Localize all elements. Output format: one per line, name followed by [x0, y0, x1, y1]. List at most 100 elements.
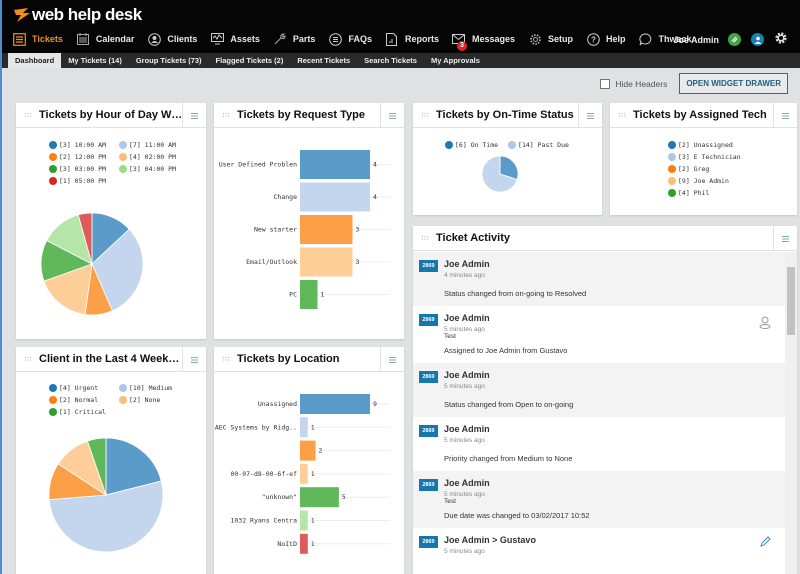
nav-item-calendar[interactable]: Calendar — [76, 32, 134, 46]
widget-menu-icon[interactable] — [380, 103, 404, 128]
bar[interactable] — [300, 280, 318, 309]
legend-item[interactable]: [2] Normal — [49, 394, 119, 406]
widget-menu-icon[interactable] — [773, 226, 797, 251]
nav-item-help[interactable]: ? Help — [586, 32, 626, 46]
bar[interactable] — [300, 463, 308, 484]
drag-handle-icon[interactable] — [618, 112, 626, 118]
drag-handle-icon[interactable] — [24, 356, 32, 362]
app-name: web help desk — [32, 5, 142, 24]
activity-author: Joe Admin > Gustavo — [444, 535, 536, 545]
legend-item[interactable]: [3] 04:00 PM — [119, 163, 189, 175]
widget-header[interactable]: Tickets by Location — [214, 347, 404, 372]
tab-dashboard[interactable]: Dashboard — [8, 53, 62, 68]
bar[interactable] — [300, 394, 370, 414]
legend-swatch — [119, 384, 127, 392]
nav-item-setup[interactable]: Setup — [528, 32, 573, 46]
widget-menu-icon[interactable] — [773, 103, 797, 128]
activity-item[interactable]: 2869 Joe Admin 4 minutes ago Status chang… — [413, 252, 785, 306]
widget-menu-icon[interactable] — [380, 347, 404, 372]
pie-chart — [48, 437, 164, 553]
sub-nav: Dashboard My Tickets (14) Group Tickets (7… — [2, 53, 800, 68]
legend-item[interactable]: [10] Medium — [119, 382, 189, 394]
activity-item[interactable]: 2869 Joe Admin 5 minutes ago Test Assigned… — [413, 306, 785, 363]
legend-item[interactable]: [7] 11:00 AM — [119, 139, 189, 151]
legend-item[interactable]: [2] Greg — [668, 163, 788, 175]
widget-menu-icon[interactable] — [182, 103, 206, 128]
pencil-icon[interactable] — [759, 536, 771, 551]
tab-my-tickets-14[interactable]: My Tickets (14) — [61, 53, 129, 68]
legend-item[interactable]: [4] Phil — [668, 187, 788, 199]
nav-item-clients[interactable]: Clients — [147, 32, 197, 46]
tab-search-tickets[interactable]: Search Tickets — [357, 53, 424, 68]
legend-item[interactable]: [3] 03:00 PM — [49, 163, 119, 175]
bar[interactable] — [300, 247, 353, 277]
drag-handle-icon[interactable] — [421, 235, 429, 241]
tab-flagged-tickets-2[interactable]: Flagged Tickets (2) — [209, 53, 291, 68]
nav-label: Messages — [471, 34, 515, 44]
legend-item[interactable]: [9] Joe Admin — [668, 175, 788, 187]
profile-icon[interactable] — [751, 33, 764, 46]
bar[interactable] — [300, 150, 370, 179]
legend-item[interactable]: [1] Critical — [49, 406, 119, 418]
monitor-icon — [210, 32, 224, 46]
category-label: "unknown" — [262, 493, 297, 501]
legend-swatch — [49, 384, 57, 392]
legend-item[interactable]: [4] 02:00 PM — [119, 151, 189, 163]
widget-header[interactable]: Ticket Activity — [413, 226, 797, 251]
nav-item-faqs[interactable]: FAQs — [328, 32, 372, 46]
drag-handle-icon[interactable] — [24, 112, 32, 118]
nav-item-messages[interactable]: Messages 3 — [452, 32, 515, 51]
tab-my-approvals[interactable]: My Approvals — [424, 53, 487, 68]
bar[interactable] — [300, 215, 353, 244]
widget-header[interactable]: Tickets by On-Time Status — [413, 103, 602, 128]
legend-label: [3] E Technician — [678, 153, 741, 161]
status-icon[interactable] — [728, 33, 741, 46]
widget-header[interactable]: Tickets by Hour of Day Work... — [16, 103, 206, 128]
widget-header[interactable]: Tickets by Request Type — [214, 103, 404, 128]
ticket-id-badge[interactable]: 2869 — [419, 314, 438, 326]
drag-handle-icon[interactable] — [222, 112, 230, 118]
bar[interactable] — [300, 417, 308, 438]
scrollbar-thumb[interactable] — [787, 267, 795, 335]
nav-item-tickets[interactable]: Tickets — [12, 32, 63, 46]
ticket-id-badge[interactable]: 2869 — [419, 536, 438, 548]
legend-item[interactable]: [1] 05:00 PM — [49, 175, 119, 187]
bar[interactable] — [300, 510, 308, 531]
legend-item[interactable]: [2] 12:00 PM — [49, 151, 119, 163]
widget-header[interactable]: Client in the Last 4 Weeks * ... — [16, 347, 206, 372]
open-widget-drawer-button[interactable]: OPEN WIDGET DRAWER — [679, 73, 788, 94]
activity-scrollbar[interactable] — [785, 252, 797, 574]
bar[interactable] — [300, 533, 308, 554]
legend-item[interactable]: [4] Urgent — [49, 382, 119, 394]
bar[interactable] — [300, 487, 339, 508]
activity-item[interactable]: 2869 Joe Admin > Gustavo 5 minutes ago — [413, 528, 785, 565]
user-name[interactable]: Joe Admin — [673, 35, 719, 45]
activity-item[interactable]: 2869 Joe Admin 5 minutes ago Test Due date… — [413, 471, 785, 528]
drag-handle-icon[interactable] — [421, 112, 429, 118]
tab-recent-tickets[interactable]: Recent Tickets — [290, 53, 357, 68]
settings-gear-icon[interactable] — [774, 31, 788, 48]
legend-item[interactable]: [3] 10:00 AM — [49, 139, 119, 151]
activity-item[interactable]: 2869 Joe Admin 5 minutes ago Priority cha… — [413, 417, 785, 471]
nav-item-reports[interactable]: Reports — [385, 32, 439, 46]
activity-item[interactable]: 2869 Joe Admin 5 minutes ago Status chang… — [413, 363, 785, 417]
legend-item[interactable]: [2] None — [119, 394, 189, 406]
nav-item-assets[interactable]: Assets — [210, 32, 260, 46]
ticket-id-badge[interactable]: 2869 — [419, 479, 438, 491]
widget-menu-icon[interactable] — [578, 103, 602, 128]
widget-header[interactable]: Tickets by Assigned Tech — [610, 103, 797, 128]
ticket-id-badge[interactable]: 2869 — [419, 371, 438, 383]
ticket-id-badge[interactable]: 2869 — [419, 260, 438, 272]
tab-group-tickets-73[interactable]: Group Tickets (73) — [129, 53, 209, 68]
bar[interactable] — [300, 182, 370, 212]
legend-item[interactable]: [2] Unassigned — [668, 139, 788, 151]
bar[interactable] — [300, 440, 316, 461]
widget-title: Tickets by Location — [237, 353, 340, 365]
legend-item[interactable]: [3] E Technician — [668, 151, 788, 163]
nav-item-parts[interactable]: Parts — [273, 32, 315, 46]
hide-headers-checkbox[interactable] — [600, 78, 611, 89]
widget-menu-icon[interactable] — [182, 347, 206, 372]
app-logo[interactable]: web help desk — [14, 5, 142, 25]
drag-handle-icon[interactable] — [222, 356, 230, 362]
ticket-id-badge[interactable]: 2869 — [419, 425, 438, 437]
